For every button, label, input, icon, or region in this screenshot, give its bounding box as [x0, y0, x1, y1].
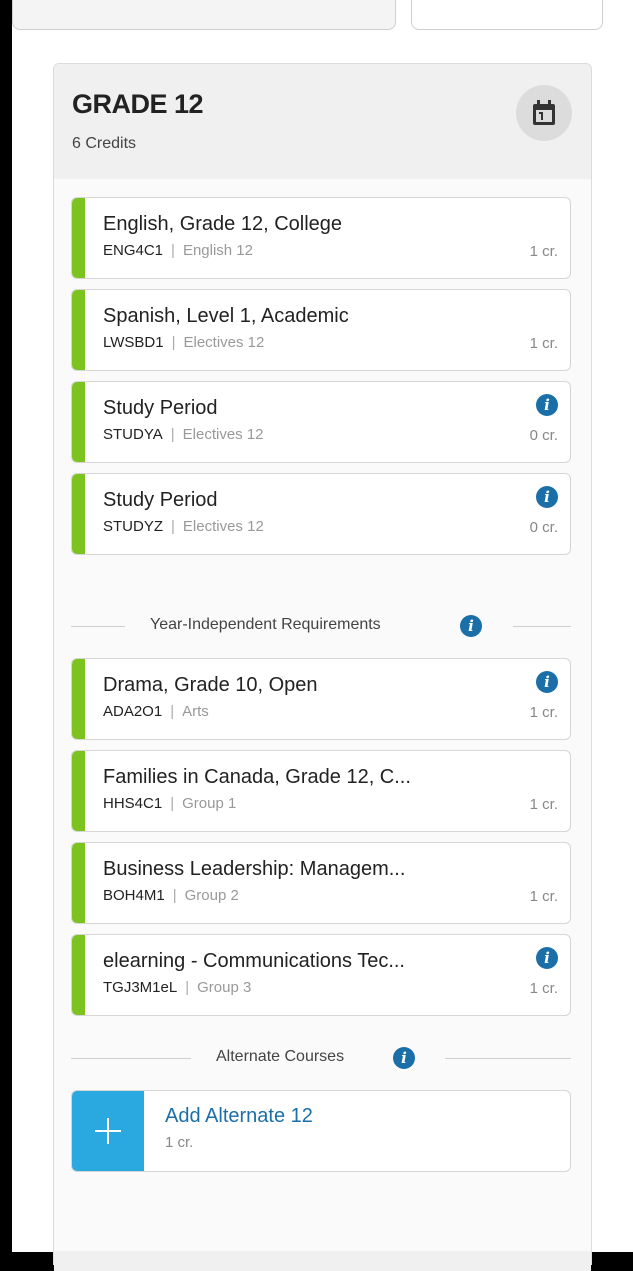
course-name: elearning - Communications Tec...: [103, 950, 405, 972]
calendar-button[interactable]: [516, 85, 572, 141]
course-card[interactable]: Spanish, Level 1, Academic LWSBD1 | Electi…: [71, 289, 571, 371]
course-code-line: ADA2O1 | Arts: [103, 703, 209, 720]
course-code-line: TGJ3M1eL | Group 3: [103, 979, 251, 996]
course-code: LWSBD1: [103, 334, 164, 351]
course-category: Electives 12: [182, 518, 264, 535]
top-tab-right[interactable]: [411, 0, 603, 30]
grade-panel: GRADE 12 6 Credits English, Grade 12, Co…: [53, 63, 592, 1271]
course-card[interactable]: Drama, Grade 10, Open ADA2O1 | Arts i 1 cr…: [71, 658, 571, 740]
course-credits: 1 cr.: [529, 980, 558, 997]
course-credits: 0 cr.: [529, 427, 558, 444]
separator: |: [170, 703, 175, 720]
course-code: ADA2O1: [103, 703, 163, 720]
course-category: Group 1: [182, 795, 237, 812]
course-code: ENG4C1: [103, 242, 164, 259]
alternate-courses-divider: Alternate Courses i: [71, 1046, 571, 1070]
course-code: HHS4C1: [103, 795, 163, 812]
course-code: STUDYA: [103, 426, 163, 443]
course-code: STUDYZ: [103, 518, 163, 535]
course-credits: 0 cr.: [529, 519, 558, 536]
course-name: Business Leadership: Managem...: [103, 858, 406, 880]
info-icon[interactable]: i: [393, 1047, 415, 1069]
info-icon[interactable]: i: [536, 947, 558, 969]
course-category: Group 3: [197, 979, 252, 996]
course-code-line: STUDYZ | Electives 12: [103, 518, 264, 535]
course-code-line: STUDYA | Electives 12: [103, 426, 264, 443]
course-name: Study Period: [103, 397, 218, 419]
page: GRADE 12 6 Credits English, Grade 12, Co…: [12, 0, 633, 1271]
course-credits: 1 cr.: [529, 796, 558, 813]
course-category: Electives 12: [183, 334, 265, 351]
course-code-line: ENG4C1 | English 12: [103, 242, 253, 259]
course-name: Study Period: [103, 489, 218, 511]
status-bar: [72, 659, 85, 739]
course-credits: 1 cr.: [529, 888, 558, 905]
grade-title: GRADE 12: [72, 89, 204, 119]
course-card[interactable]: Families in Canada, Grade 12, C... HHS4C…: [71, 750, 571, 832]
divider-line: [445, 1058, 571, 1059]
year-independent-divider: Year-Independent Requirements i: [71, 614, 571, 638]
course-card[interactable]: Study Period STUDYA | Electives 12 i 0 cr.: [71, 381, 571, 463]
course-card[interactable]: Business Leadership: Managem... BOH4M1 | G…: [71, 842, 571, 924]
separator: |: [185, 979, 190, 996]
course-credits: 1 cr.: [529, 704, 558, 721]
grade-credits: 6 Credits: [72, 135, 137, 152]
status-bar: [72, 474, 85, 554]
course-category: Electives 12: [182, 426, 264, 443]
status-bar: [72, 382, 85, 462]
course-category: English 12: [182, 242, 253, 259]
info-icon[interactable]: i: [536, 486, 558, 508]
status-bar: [72, 935, 85, 1015]
course-code-line: HHS4C1 | Group 1: [103, 795, 236, 812]
panel-footer: [54, 1251, 591, 1271]
course-card[interactable]: Study Period STUDYZ | Electives 12 i 0 cr.: [71, 473, 571, 555]
info-icon[interactable]: i: [536, 394, 558, 416]
course-name: Families in Canada, Grade 12, C...: [103, 766, 411, 788]
course-code-line: BOH4M1 | Group 2: [103, 887, 239, 904]
status-bar: [72, 290, 85, 370]
course-card[interactable]: English, Grade 12, College ENG4C1 | Englis…: [71, 197, 571, 279]
course-code: BOH4M1: [103, 887, 165, 904]
status-bar: [72, 751, 85, 831]
course-name: Drama, Grade 10, Open: [103, 674, 318, 696]
separator: |: [172, 887, 177, 904]
plus-icon: [95, 1118, 121, 1144]
divider-line: [71, 626, 125, 627]
separator: |: [171, 242, 175, 259]
year-independent-label: Year-Independent Requirements: [150, 616, 381, 633]
add-alternate-credits: 1 cr.: [165, 1134, 194, 1151]
course-code-line: LWSBD1 | Electives 12: [103, 334, 264, 351]
separator: |: [170, 426, 175, 443]
status-bar: [72, 198, 85, 278]
course-category: Group 2: [184, 887, 239, 904]
course-code: TGJ3M1eL: [103, 979, 178, 996]
divider-line: [71, 1058, 191, 1059]
panel-header: GRADE 12 6 Credits: [54, 64, 591, 179]
course-name: Spanish, Level 1, Academic: [103, 305, 349, 327]
alternate-courses-label: Alternate Courses: [216, 1048, 345, 1065]
plus-box: [72, 1091, 144, 1171]
separator: |: [171, 518, 175, 535]
separator: |: [170, 795, 175, 812]
course-credits: 1 cr.: [529, 243, 558, 260]
add-alternate-title: Add Alternate 12: [165, 1105, 313, 1127]
course-name: English, Grade 12, College: [103, 213, 343, 235]
calendar-icon: [533, 100, 555, 125]
add-alternate-button[interactable]: Add Alternate 12 1 cr.: [71, 1090, 571, 1172]
course-card[interactable]: elearning - Communications Tec... TGJ3M1…: [71, 934, 571, 1016]
course-credits: 1 cr.: [529, 335, 558, 352]
course-category: Arts: [182, 703, 209, 720]
info-icon[interactable]: i: [460, 615, 482, 637]
info-icon[interactable]: i: [536, 671, 558, 693]
separator: |: [171, 334, 176, 351]
status-bar: [72, 843, 85, 923]
divider-line: [513, 626, 571, 627]
top-tab-left[interactable]: [12, 0, 396, 30]
